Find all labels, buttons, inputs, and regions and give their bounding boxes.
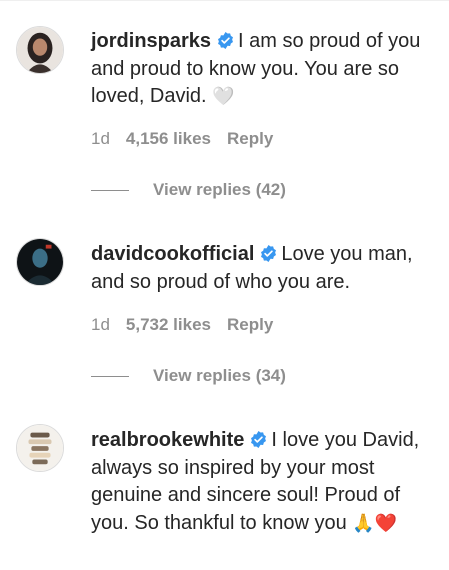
username-link[interactable]: realbrookewhite	[91, 429, 244, 451]
verified-badge-icon	[217, 32, 234, 49]
comment-meta: 1d 4,156 likes Reply	[91, 129, 289, 149]
view-replies-label: View replies (42)	[153, 180, 286, 199]
timestamp[interactable]: 1d	[91, 129, 110, 148]
likes-count[interactable]: 5,732 likes	[126, 315, 211, 334]
reply-button[interactable]: Reply	[227, 315, 273, 334]
white-heart-icon: 🤍	[212, 86, 235, 107]
username-link[interactable]: davidcookofficial	[91, 243, 254, 265]
comment-body: realbrookewhite I love you David, always …	[91, 427, 441, 537]
view-replies-label: View replies (34)	[153, 366, 286, 385]
comment-meta: 1d 5,732 likes Reply	[91, 315, 289, 335]
view-replies-button[interactable]: View replies (34)	[91, 366, 286, 386]
avatar-jordinsparks-image	[17, 27, 63, 73]
avatar-davidcookofficial-image	[17, 239, 63, 285]
verified-badge-icon	[250, 431, 267, 448]
avatar-realbrookewhite-image	[17, 425, 63, 471]
comment-body: davidcookofficial Love you man, and so pr…	[91, 241, 441, 296]
username-link[interactable]: jordinsparks	[91, 30, 211, 52]
avatar[interactable]	[16, 424, 64, 472]
likes-count[interactable]: 4,156 likes	[126, 129, 211, 148]
view-replies-button[interactable]: View replies (42)	[91, 180, 286, 200]
avatar[interactable]	[16, 26, 64, 74]
top-divider	[0, 0, 449, 5]
replies-divider	[91, 190, 129, 192]
praying-hands-red-heart-icon: 🙏❤️	[352, 512, 398, 534]
reply-button[interactable]: Reply	[227, 129, 273, 148]
comment-body: jordinsparks I am so proud of you and pro…	[91, 28, 441, 111]
timestamp[interactable]: 1d	[91, 315, 110, 334]
replies-divider	[91, 376, 129, 378]
verified-badge-icon	[260, 245, 277, 262]
avatar[interactable]	[16, 238, 64, 286]
